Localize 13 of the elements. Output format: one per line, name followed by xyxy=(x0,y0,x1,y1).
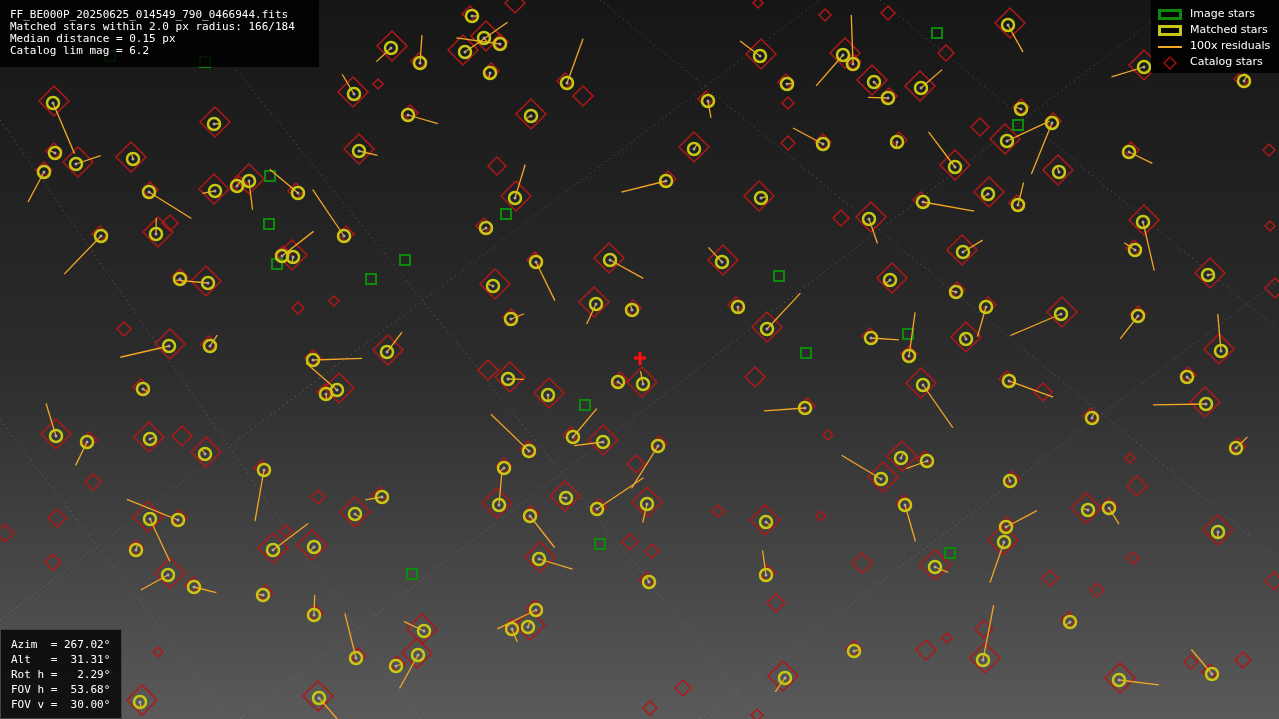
readout-line: FOV h = 53.68° xyxy=(11,682,111,697)
info-line: Matched stars within 2.0 px radius: 166/184 xyxy=(10,21,296,33)
legend-label: Image stars xyxy=(1190,6,1255,23)
info-line: Catalog lim mag = 6.2 xyxy=(10,45,151,57)
legend-label: Matched stars xyxy=(1190,22,1268,39)
info-line: Median distance = 0.15 px xyxy=(10,33,177,45)
legend-label: Catalog stars xyxy=(1190,54,1263,71)
file-name: FF_BE000P_20250625_014549_790_0466944.fits xyxy=(10,9,290,21)
readout-line: Azim = 267.02° xyxy=(11,637,111,652)
readout-line: FOV v = 30.00° xyxy=(11,697,111,712)
legend-label: 100x residuals xyxy=(1190,38,1271,55)
readout-line: Alt = 31.31° xyxy=(11,652,111,667)
readout-line: Rot h = 2.29° xyxy=(11,667,111,682)
